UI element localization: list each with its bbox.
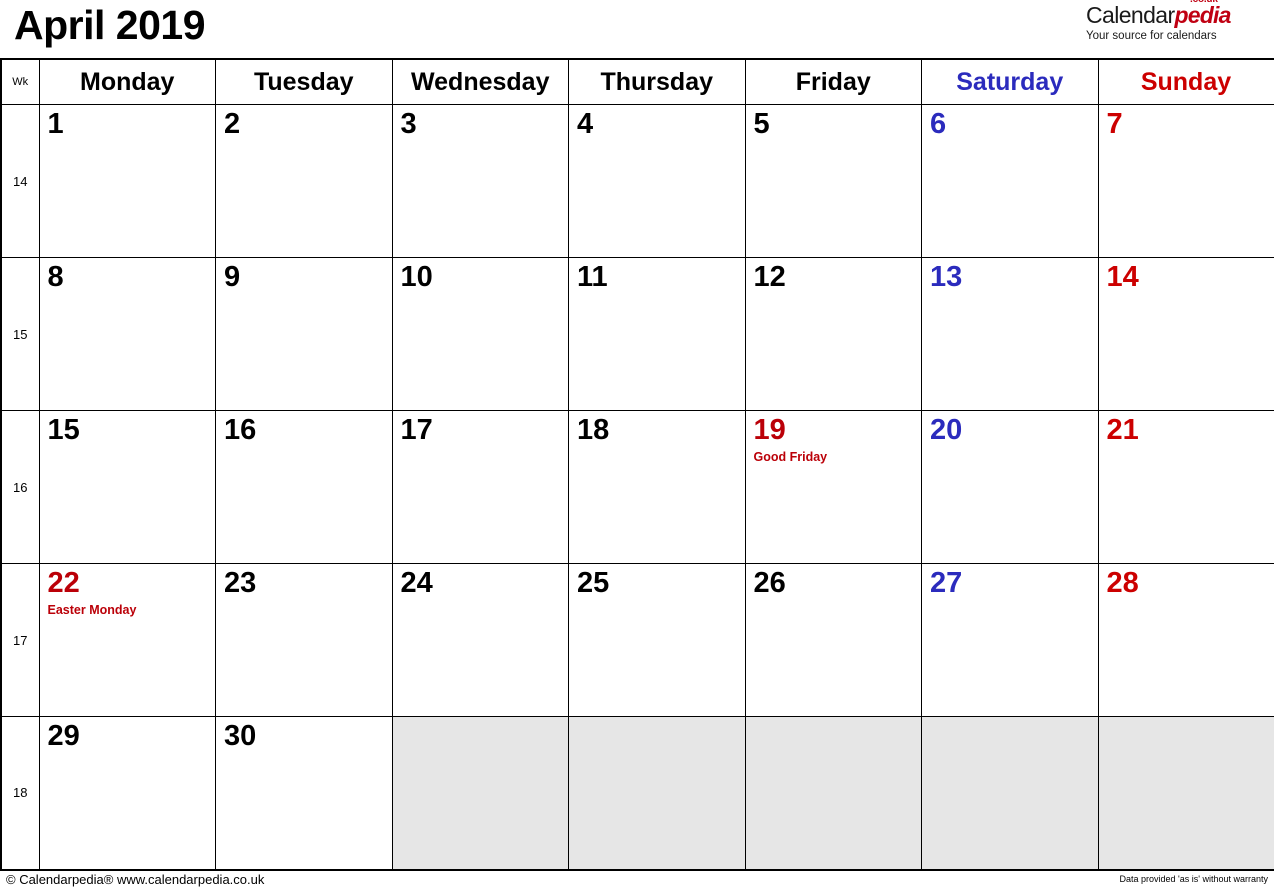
day-number: 22: [47, 567, 80, 599]
logo-brand-primary: Calendar: [1086, 2, 1175, 28]
day-cell[interactable]: 2: [215, 104, 393, 258]
calendar-week-row: 18 29 30: [0, 716, 1274, 870]
day-number: 6: [930, 108, 947, 140]
week-number-cell: 18: [0, 716, 40, 870]
logo-tagline: Your source for calendars: [1086, 30, 1217, 42]
day-number: 29: [47, 720, 80, 752]
day-cell[interactable]: 13: [921, 257, 1099, 411]
day-number: 8: [47, 261, 64, 293]
day-cell[interactable]: 9: [215, 257, 393, 411]
day-cell[interactable]: 26: [744, 563, 922, 717]
holiday-label: Good Friday: [753, 450, 828, 464]
week-number-header: Wk: [0, 58, 40, 105]
logo-tld: .co.uk: [1190, 0, 1218, 5]
day-cell[interactable]: 11: [568, 257, 746, 411]
day-header-tuesday: Tuesday: [215, 58, 393, 105]
day-header-saturday: Saturday: [921, 58, 1099, 105]
footer-copyright: © Calendarpedia® www.calendarpedia.co.uk: [6, 871, 265, 887]
day-cell[interactable]: 19 Good Friday: [744, 410, 922, 564]
day-cell[interactable]: 4: [568, 104, 746, 258]
calendar-week-row: 16 15 16 17 18 19 Good Friday 20 21: [0, 410, 1274, 564]
day-number: 20: [930, 414, 963, 446]
week-number-cell: 14: [0, 104, 40, 258]
page-title: April 2019: [14, 2, 206, 48]
day-number: 28: [1106, 567, 1139, 599]
day-number: 24: [400, 567, 433, 599]
day-number: 19: [753, 414, 786, 446]
holiday-label: Easter Monday: [47, 603, 137, 617]
footer-disclaimer: Data provided 'as is' without warranty: [1119, 873, 1268, 884]
page-header: April 2019 Calendarpedia .co.uk Your sou…: [0, 0, 1274, 58]
day-cell[interactable]: 22 Easter Monday: [38, 563, 216, 717]
day-number: 14: [1106, 261, 1139, 293]
day-cell[interactable]: 3: [391, 104, 569, 258]
day-number: 9: [224, 261, 241, 293]
day-number: 1: [47, 108, 64, 140]
day-cell[interactable]: 15: [38, 410, 216, 564]
day-cell[interactable]: 6: [921, 104, 1099, 258]
page-footer: © Calendarpedia® www.calendarpedia.co.uk…: [0, 871, 1274, 891]
week-number-cell: 15: [0, 257, 40, 411]
day-cell-empty: [1097, 716, 1274, 870]
day-cell[interactable]: 16: [215, 410, 393, 564]
day-cell[interactable]: 30: [215, 716, 393, 870]
day-header-sunday: Sunday: [1097, 58, 1274, 105]
day-number: 17: [400, 414, 433, 446]
day-number: 26: [753, 567, 786, 599]
day-number: 12: [753, 261, 786, 293]
day-cell[interactable]: 28: [1097, 563, 1274, 717]
logo-brand-secondary: pedia: [1174, 2, 1232, 28]
calendar-body: 14 1 2 3 4 5 6 7 15 8 9 10 11 12 13 14 16 15 16 17 18 19 Good …: [0, 104, 1274, 870]
day-number: 10: [400, 261, 433, 293]
day-number: 25: [577, 567, 610, 599]
day-header-friday: Friday: [744, 58, 922, 105]
day-number: 2: [224, 108, 241, 140]
day-header-wednesday: Wednesday: [391, 58, 569, 105]
day-cell[interactable]: 7: [1097, 104, 1274, 258]
day-cell[interactable]: 8: [38, 257, 216, 411]
week-number-cell: 17: [0, 563, 40, 717]
day-cell[interactable]: 1: [38, 104, 216, 258]
day-number: 30: [224, 720, 257, 752]
day-number: 7: [1106, 108, 1123, 140]
day-cell[interactable]: 24: [391, 563, 569, 717]
day-number: 4: [577, 108, 594, 140]
day-cell[interactable]: 18: [568, 410, 746, 564]
calendar-week-row: 17 22 Easter Monday 23 24 25 26 27 28: [0, 563, 1274, 717]
day-header-monday: Monday: [38, 58, 216, 105]
calendar-week-row: 15 8 9 10 11 12 13 14: [0, 257, 1274, 411]
day-number: 3: [400, 108, 417, 140]
day-cell[interactable]: 27: [921, 563, 1099, 717]
day-number: 5: [753, 108, 770, 140]
calendarpedia-logo[interactable]: Calendarpedia .co.uk Your source for cal…: [1086, 0, 1266, 50]
day-cell-empty: [568, 716, 746, 870]
day-cell-empty: [921, 716, 1099, 870]
day-cell-empty: [391, 716, 569, 870]
day-cell[interactable]: 17: [391, 410, 569, 564]
day-number: 18: [577, 414, 610, 446]
day-number: 11: [577, 261, 608, 293]
day-cell[interactable]: 23: [215, 563, 393, 717]
day-cell[interactable]: 5: [744, 104, 922, 258]
day-number: 27: [930, 567, 963, 599]
day-cell[interactable]: 21: [1097, 410, 1274, 564]
day-number: 21: [1106, 414, 1139, 446]
day-number: 13: [930, 261, 963, 293]
calendar-week-row: 14 1 2 3 4 5 6 7: [0, 104, 1274, 258]
day-cell[interactable]: 10: [391, 257, 569, 411]
day-cell[interactable]: 25: [568, 563, 746, 717]
day-number: 23: [224, 567, 257, 599]
calendar-grid: Wk Monday Tuesday Wednesday Thursday Friday Sa…: [0, 58, 1274, 871]
day-number: 16: [224, 414, 257, 446]
day-cell[interactable]: 14: [1097, 257, 1274, 411]
week-number-cell: 16: [0, 410, 40, 564]
calendar-header-row: Wk Monday Tuesday Wednesday Thursday Friday Sa…: [0, 58, 1274, 105]
day-cell[interactable]: 12: [744, 257, 922, 411]
day-number: 15: [47, 414, 80, 446]
logo-wordmark: Calendarpedia .co.uk: [1086, 0, 1266, 28]
day-header-thursday: Thursday: [568, 58, 746, 105]
day-cell[interactable]: 29: [38, 716, 216, 870]
day-cell-empty: [744, 716, 922, 870]
day-cell[interactable]: 20: [921, 410, 1099, 564]
